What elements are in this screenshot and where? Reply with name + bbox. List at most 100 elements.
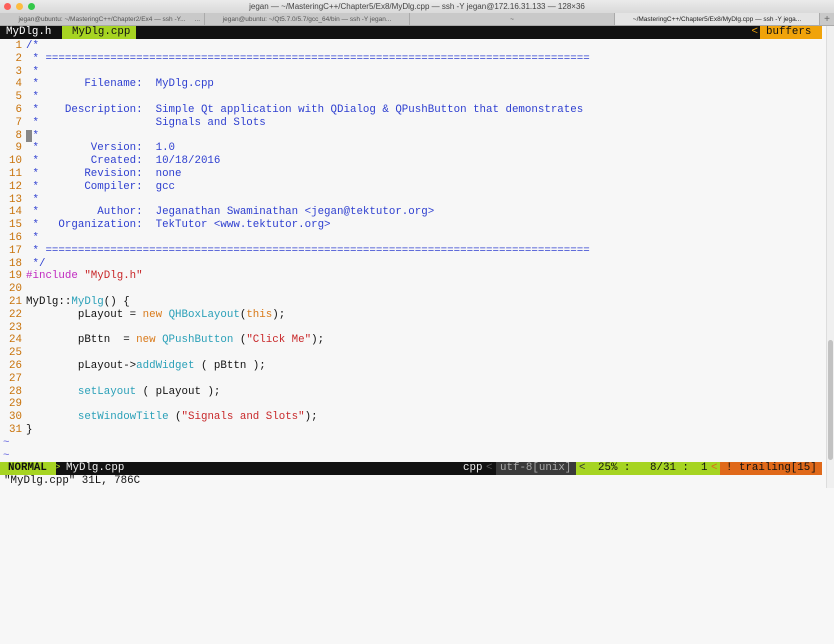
window-titlebar: jegan — ~/MasteringC++/Chapter5/Ex8/MyDl… bbox=[0, 0, 834, 13]
code-line[interactable]: 7 * Signals and Slots bbox=[0, 117, 826, 130]
buffer-tab-mydlg-cpp[interactable]: MyDlg.cpp bbox=[62, 26, 136, 39]
line-number: 27 bbox=[9, 372, 22, 385]
tab-label: ~ bbox=[510, 16, 514, 23]
code-token: setWindowTitle bbox=[77, 411, 169, 424]
code-line[interactable]: 15 * Organization: TekTutor <www.tektuto… bbox=[0, 219, 826, 232]
code-line[interactable]: 8 * bbox=[0, 129, 826, 143]
code-line[interactable]: 4 * Filename: MyDlg.cpp bbox=[0, 78, 826, 91]
buffers-label: buffers bbox=[760, 26, 822, 39]
code-token: "Signals and Slots" bbox=[181, 411, 305, 424]
terminal-tab[interactable]: jegan@ubuntu: ~/MasteringC++/Chapter2/Ex… bbox=[0, 13, 205, 25]
code-token: QHBoxLayout bbox=[168, 308, 240, 321]
code-token: * Author: Jeganathan Swaminathan <jegan@… bbox=[26, 206, 435, 219]
code-line[interactable]: 31} bbox=[0, 424, 826, 437]
line-number: 21 bbox=[9, 295, 22, 308]
status-column: 1 bbox=[701, 462, 708, 474]
status-line: NORMAL > MyDlg.cpp cpp < utf-8[unix] < 2… bbox=[0, 462, 822, 475]
code-line[interactable]: 9 * Version: 1.0 bbox=[0, 142, 826, 155]
line-number: 24 bbox=[9, 334, 22, 347]
line-number: 28 bbox=[9, 385, 22, 398]
code-token: MyDlg bbox=[71, 295, 104, 308]
terminal-tab-bar: jegan@ubuntu: ~/MasteringC++/Chapter2/Ex… bbox=[0, 13, 834, 26]
line-number: 4 bbox=[15, 78, 22, 91]
code-token: new bbox=[136, 334, 163, 347]
buffer-tab-mydlg-h[interactable]: MyDlg.h bbox=[0, 26, 58, 39]
code-line[interactable]: 10 * Created: 10/18/2016 bbox=[0, 155, 826, 168]
code-line[interactable]: 25 bbox=[0, 347, 826, 360]
command-line[interactable]: "MyDlg.cpp" 31L, 786C bbox=[4, 475, 140, 488]
line-number: 8 bbox=[15, 129, 22, 142]
line-number: 13 bbox=[9, 193, 22, 206]
window-title: jegan — ~/MasteringC++/Chapter5/Ex8/MyDl… bbox=[249, 2, 585, 11]
line-number: 30 bbox=[9, 411, 22, 424]
code-line[interactable]: 11 * Revision: none bbox=[0, 168, 826, 181]
code-line[interactable]: 30 setWindowTitle ("Signals and Slots"); bbox=[0, 411, 826, 424]
line-number: 25 bbox=[9, 347, 22, 360]
code-token: "Click Me" bbox=[246, 334, 312, 347]
line-number: 14 bbox=[9, 206, 22, 219]
code-token: * bbox=[26, 91, 39, 104]
code-token: QPushButton bbox=[162, 334, 234, 347]
code-line[interactable]: 20 bbox=[0, 283, 826, 296]
line-number: 1 bbox=[15, 40, 22, 52]
tab-label: ~/MasteringC++/Chapter5/Ex8/MyDlg.cpp — … bbox=[632, 16, 802, 23]
code-line[interactable]: 1 /* bbox=[0, 40, 826, 53]
terminal-tab[interactable]: jegan@ubuntu: ~/Qt5.7.0/5.7/gcc_64/bin —… bbox=[205, 13, 410, 25]
code-line[interactable]: 16 * bbox=[0, 232, 826, 245]
code-line[interactable]: 24 pBttn = new QPushButton ("Click Me"); bbox=[0, 334, 826, 347]
code-token: pLayout-> bbox=[26, 359, 137, 372]
trailing-warning: ! trailing[15] bbox=[720, 462, 822, 475]
scrollbar-thumb[interactable] bbox=[828, 340, 833, 460]
empty-line-marker: ~ bbox=[3, 436, 10, 449]
code-token: * bbox=[32, 129, 39, 142]
code-token: ( pLayout ); bbox=[136, 385, 221, 398]
line-number: 19 bbox=[9, 270, 22, 283]
code-line[interactable]: 18 */ bbox=[0, 258, 826, 271]
code-line[interactable]: 6 * Description: Simple Qt application w… bbox=[0, 104, 826, 117]
code-line[interactable]: 19 #include "MyDlg.h" bbox=[0, 270, 826, 283]
code-token: pBttn = bbox=[26, 334, 137, 347]
close-window-button[interactable] bbox=[4, 3, 11, 10]
code-token: ( bbox=[233, 334, 247, 347]
code-token: pLayout = bbox=[26, 308, 143, 321]
code-token: * Signals and Slots bbox=[26, 116, 266, 129]
code-editor[interactable]: 1/* 2 * =================================… bbox=[0, 39, 826, 462]
code-line[interactable]: 13 * bbox=[0, 194, 826, 207]
code-token: ); bbox=[272, 308, 286, 321]
code-line[interactable]: 27 bbox=[0, 373, 826, 386]
line-number: 3 bbox=[15, 65, 22, 78]
code-line[interactable]: 14 * Author: Jeganathan Swaminathan <jeg… bbox=[0, 206, 826, 219]
code-token: * bbox=[26, 65, 39, 78]
tab-label: jegan@ubuntu: ~/Qt5.7.0/5.7/gcc_64/bin —… bbox=[222, 16, 392, 23]
code-token: * Description: Simple Qt application wit… bbox=[26, 103, 584, 116]
code-line[interactable]: 29 bbox=[0, 398, 826, 411]
code-line[interactable]: 3 * bbox=[0, 66, 826, 79]
buffer-line: MyDlg.h MyDlg.cpp < buffers bbox=[0, 26, 822, 39]
code-line[interactable]: 21 MyDlg:: MyDlg() { bbox=[0, 296, 826, 309]
line-number: 11 bbox=[9, 167, 22, 180]
minimize-window-button[interactable] bbox=[16, 3, 23, 10]
code-line[interactable]: 12 * Compiler: gcc bbox=[0, 181, 826, 194]
new-tab-button[interactable]: + bbox=[820, 13, 834, 25]
status-filetype: cpp bbox=[463, 462, 483, 474]
code-token: * Organization: TekTutor <www.tektutor.o… bbox=[26, 219, 331, 232]
code-line[interactable]: 22 pLayout = new QHBoxLayout(this); bbox=[0, 309, 826, 322]
line-number: 9 bbox=[15, 142, 22, 155]
mode-indicator: NORMAL bbox=[0, 462, 56, 475]
line-number: 16 bbox=[9, 231, 22, 244]
code-token: () { bbox=[103, 295, 130, 308]
code-token: MyDlg:: bbox=[26, 295, 72, 308]
code-line[interactable]: 17 * ===================================… bbox=[0, 245, 826, 258]
scrollbar[interactable] bbox=[826, 26, 834, 488]
code-line[interactable]: 23 bbox=[0, 322, 826, 335]
empty-line-marker: ~ bbox=[3, 449, 10, 462]
terminal-tab[interactable]: ~ bbox=[410, 13, 615, 25]
terminal-tab-active[interactable]: ~/MasteringC++/Chapter5/Ex8/MyDlg.cpp — … bbox=[615, 13, 820, 25]
code-line[interactable]: 26 pLayout-> addWidget ( pBttn ); bbox=[0, 360, 826, 373]
zoom-window-button[interactable] bbox=[28, 3, 35, 10]
code-token: addWidget bbox=[136, 359, 195, 372]
code-line[interactable]: 28 setLayout ( pLayout ); bbox=[0, 386, 826, 399]
code-line[interactable]: 2 * ====================================… bbox=[0, 53, 826, 66]
code-line[interactable]: 5 * bbox=[0, 91, 826, 104]
